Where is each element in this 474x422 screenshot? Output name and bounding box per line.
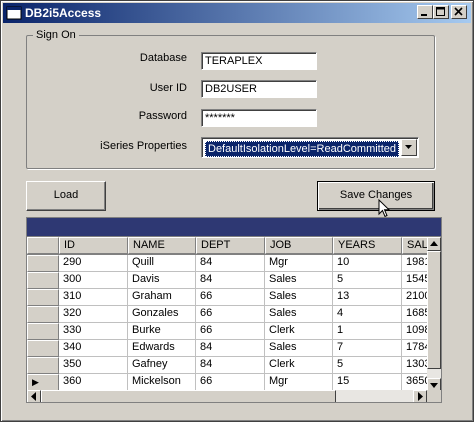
maximize-icon <box>436 7 445 16</box>
database-label: Database <box>139 52 187 64</box>
cell-years[interactable]: 13 <box>333 289 402 306</box>
current-row-marker-icon: ▶ <box>32 377 39 387</box>
app-window-icon <box>6 6 22 20</box>
column-header-job[interactable]: JOB <box>265 237 333 254</box>
title-bar[interactable]: DB2i5Access <box>3 3 471 23</box>
row-header[interactable] <box>27 323 59 340</box>
password-field[interactable]: ******* <box>201 109 317 127</box>
cell-years[interactable]: 10 <box>333 255 402 272</box>
cell-job[interactable]: Sales <box>265 272 333 289</box>
scrollbar-corner <box>427 390 441 402</box>
grid-header-row: ID NAME DEPT JOB YEARS SAL <box>27 237 441 255</box>
cell-id[interactable]: 300 <box>59 272 128 289</box>
row-header[interactable] <box>27 306 59 323</box>
mouse-cursor-icon <box>378 199 391 218</box>
row-header[interactable] <box>27 357 59 374</box>
cell-dept[interactable]: 84 <box>196 357 265 374</box>
arrow-up-icon <box>430 241 438 246</box>
row-header[interactable] <box>27 272 59 289</box>
cell-years[interactable]: 5 <box>333 272 402 289</box>
cell-dept[interactable]: 66 <box>196 289 265 306</box>
cell-id[interactable]: 330 <box>59 323 128 340</box>
cell-years[interactable]: 4 <box>333 306 402 323</box>
arrow-left-icon <box>31 392 36 401</box>
grid-caption-bar <box>27 218 441 236</box>
column-header-years[interactable]: YEARS <box>333 237 402 254</box>
cell-years[interactable]: 5 <box>333 357 402 374</box>
cell-dept[interactable]: 66 <box>196 323 265 340</box>
iseries-properties-value: DefaultIsolationLevel=ReadCommitted <box>205 141 400 157</box>
userid-field[interactable]: DB2USER <box>201 80 317 98</box>
cell-name[interactable]: Edwards <box>128 340 196 357</box>
cell-dept[interactable]: 84 <box>196 255 265 272</box>
maximize-button[interactable] <box>433 5 449 19</box>
cell-job[interactable]: Clerk <box>265 323 333 340</box>
cell-name[interactable]: Graham <box>128 289 196 306</box>
row-header[interactable] <box>27 255 59 272</box>
cell-job[interactable]: Sales <box>265 340 333 357</box>
cell-years[interactable]: 1 <box>333 323 402 340</box>
cell-id[interactable]: 310 <box>59 289 128 306</box>
cell-years[interactable]: 15 <box>333 374 402 391</box>
iseries-properties-select[interactable]: DefaultIsolationLevel=ReadCommitted <box>201 137 419 158</box>
minimize-icon <box>421 14 427 16</box>
vertical-scrollbar[interactable] <box>427 237 441 392</box>
chevron-down-icon <box>405 145 412 149</box>
column-header-name[interactable]: NAME <box>128 237 196 254</box>
cell-dept[interactable]: 66 <box>196 306 265 323</box>
cell-id[interactable]: 360 <box>59 374 128 391</box>
row-header[interactable]: ▶ <box>27 374 59 391</box>
data-grid[interactable]: ID NAME DEPT JOB YEARS SAL 290 Quill 84 Mgr… <box>26 217 442 403</box>
minimize-button[interactable] <box>417 5 433 19</box>
cell-job[interactable]: Mgr <box>265 374 333 391</box>
cell-name[interactable]: Gafney <box>128 357 196 374</box>
cell-dept[interactable]: 84 <box>196 272 265 289</box>
row-header[interactable] <box>27 289 59 306</box>
cell-job[interactable]: Mgr <box>265 255 333 272</box>
cell-name[interactable]: Davis <box>128 272 196 289</box>
horizontal-scroll-thumb[interactable] <box>41 390 336 402</box>
database-field[interactable]: TERAPLEX <box>201 52 317 70</box>
scroll-left-button[interactable] <box>27 390 41 402</box>
scroll-right-button[interactable] <box>413 390 427 402</box>
scroll-up-button[interactable] <box>427 237 441 251</box>
cell-id[interactable]: 350 <box>59 357 128 374</box>
cell-years[interactable]: 7 <box>333 340 402 357</box>
signon-legend: Sign On <box>33 29 79 41</box>
password-label: Password <box>138 110 187 122</box>
column-header-id[interactable]: ID <box>59 237 128 254</box>
cell-name[interactable]: Burke <box>128 323 196 340</box>
arrow-right-icon <box>418 392 423 401</box>
cell-id[interactable]: 320 <box>59 306 128 323</box>
app-window: DB2i5Access Sign On Database TERAPLEX Us… <box>0 0 474 422</box>
header-corner <box>27 237 59 254</box>
close-button[interactable] <box>451 5 467 19</box>
cell-job[interactable]: Sales <box>265 306 333 323</box>
cell-name[interactable]: Mickelson <box>128 374 196 391</box>
load-button[interactable]: Load <box>26 181 106 211</box>
window-title: DB2i5Access <box>25 6 102 20</box>
iseries-properties-label: iSeries Properties <box>100 140 187 152</box>
close-icon <box>454 7 463 16</box>
cell-dept[interactable]: 84 <box>196 340 265 357</box>
iseries-dropdown-button[interactable] <box>401 139 417 156</box>
cell-name[interactable]: Quill <box>128 255 196 272</box>
cell-name[interactable]: Gonzales <box>128 306 196 323</box>
cell-job[interactable]: Clerk <box>265 357 333 374</box>
userid-label: User ID <box>149 82 187 94</box>
cell-dept[interactable]: 66 <box>196 374 265 391</box>
horizontal-scrollbar[interactable] <box>27 390 427 402</box>
save-changes-button[interactable]: Save Changes <box>317 181 435 211</box>
column-header-dept[interactable]: DEPT <box>196 237 265 254</box>
cell-job[interactable]: Sales <box>265 289 333 306</box>
cell-id[interactable]: 340 <box>59 340 128 357</box>
vertical-scroll-thumb[interactable] <box>427 251 441 369</box>
cell-id[interactable]: 290 <box>59 255 128 272</box>
row-header[interactable] <box>27 340 59 357</box>
